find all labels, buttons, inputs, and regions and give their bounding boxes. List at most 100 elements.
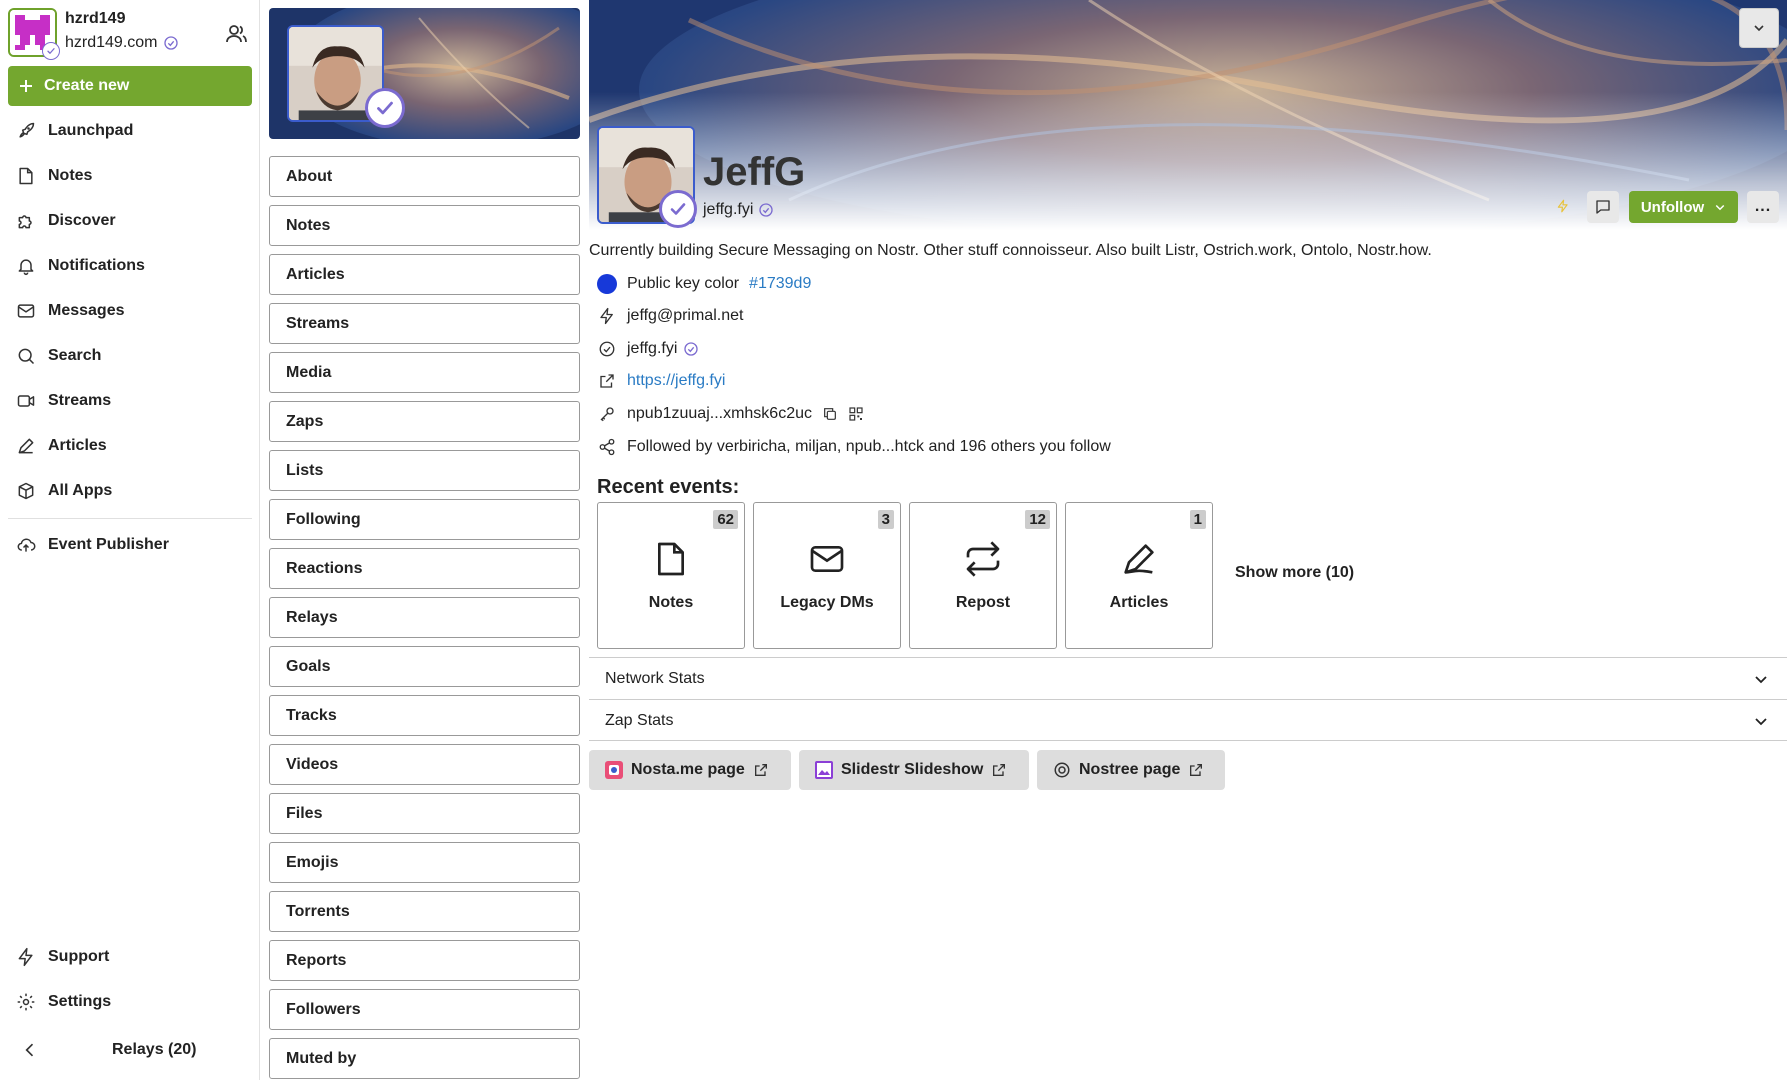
external-link-label: Nosta.me page [631, 761, 745, 778]
account-switcher[interactable]: hzrd149 hzrd149.com [8, 8, 252, 60]
chevron-left-icon[interactable] [20, 1040, 40, 1060]
message-button[interactable] [1587, 191, 1619, 223]
section-about[interactable]: About [269, 156, 580, 197]
profile-banner-thumbnail [269, 8, 580, 139]
section-tracks[interactable]: Tracks [269, 695, 580, 736]
lightning-address-row[interactable]: jeffg@primal.net [597, 304, 743, 328]
event-count-badge: 1 [1189, 510, 1206, 529]
sidebar-item-streams[interactable]: Streams [8, 383, 252, 419]
event-card-legacy-dms[interactable]: 3 Legacy DMs [753, 502, 901, 649]
event-count-badge: 62 [713, 510, 738, 529]
verified-icon [684, 342, 699, 356]
section-followers[interactable]: Followers [269, 989, 580, 1030]
cloud-upload-icon [17, 538, 36, 552]
section-muted-by[interactable]: Muted by [269, 1038, 580, 1079]
website-row: https://jeffg.fyi [597, 369, 725, 393]
slidestr-link-button[interactable]: Slidestr Slideshow [799, 750, 1029, 790]
sidebar-item-label: Streams [48, 392, 112, 409]
profile-name: JeffG [703, 150, 806, 194]
network-stats-accordion[interactable]: Network Stats [589, 657, 1787, 699]
repost-icon [966, 541, 1000, 577]
sidebar-item-settings[interactable]: Settings [8, 984, 252, 1020]
nip05-row: jeffg.fyi [597, 337, 699, 361]
sidebar-item-messages[interactable]: Messages [8, 293, 252, 329]
event-card-repost[interactable]: 12 Repost [909, 502, 1057, 649]
zap-icon[interactable] [1556, 196, 1570, 216]
sidebar-item-discover[interactable]: Discover [8, 203, 252, 239]
sidebar-item-notifications[interactable]: Notifications [8, 248, 252, 284]
section-videos[interactable]: Videos [269, 744, 580, 785]
section-notes[interactable]: Notes [269, 205, 580, 246]
gear-icon [17, 993, 35, 1011]
npub-row: npub1zuuaj...xmhsk6c2uc [597, 402, 864, 426]
chevron-down-icon [1715, 204, 1725, 211]
verified-icon [759, 203, 774, 217]
create-new-button[interactable]: Create new [8, 66, 252, 106]
website-link[interactable]: https://jeffg.fyi [627, 372, 725, 390]
plus-icon [20, 80, 32, 92]
section-files[interactable]: Files [269, 793, 580, 834]
profile-nip05: jeffg.fyi [703, 201, 774, 219]
switch-account-icon[interactable] [224, 22, 248, 46]
puzzle-icon [18, 215, 32, 229]
chevron-down-icon [1755, 718, 1767, 726]
section-articles[interactable]: Articles [269, 254, 580, 295]
event-card-articles[interactable]: 1 Articles [1065, 502, 1213, 649]
external-link-label: Slidestr Slideshow [841, 761, 984, 778]
qr-code-icon[interactable] [848, 406, 864, 422]
pen-icon [1124, 544, 1154, 574]
unfollow-button[interactable]: Unfollow [1629, 191, 1738, 223]
verified-circle-icon [599, 341, 615, 357]
section-reactions[interactable]: Reactions [269, 548, 580, 589]
zap-stats-accordion[interactable]: Zap Stats [589, 699, 1787, 741]
section-relays[interactable]: Relays [269, 597, 580, 638]
nosta-me-link-button[interactable]: Nosta.me page [589, 750, 791, 790]
create-new-label: Create new [44, 77, 130, 94]
section-goals[interactable]: Goals [269, 646, 580, 687]
event-card-label: Repost [955, 594, 1011, 611]
more-options-label: ... [1754, 198, 1772, 215]
lightning-icon [18, 947, 33, 967]
verified-badge-icon [659, 190, 697, 228]
nostree-icon [1054, 762, 1070, 778]
sidebar-item-notes[interactable]: Notes [8, 158, 252, 194]
section-streams[interactable]: Streams [269, 303, 580, 344]
section-torrents[interactable]: Torrents [269, 891, 580, 932]
profile-menu-dropdown[interactable] [1739, 8, 1779, 48]
followed-by-text: Followed by verbiricha, miljan, npub...h… [627, 438, 1111, 455]
external-link-icon [600, 374, 614, 388]
verified-badge-icon [365, 88, 405, 128]
nostree-link-button[interactable]: Nostree page [1037, 750, 1225, 790]
nosta-icon [605, 761, 623, 779]
section-following[interactable]: Following [269, 499, 580, 540]
sidebar-item-label: Event Publisher [48, 536, 169, 553]
lightning-icon [600, 307, 613, 325]
sidebar-item-articles[interactable]: Articles [8, 428, 252, 464]
event-card-label: Legacy DMs [780, 594, 874, 611]
section-reports[interactable]: Reports [269, 940, 580, 981]
section-zaps[interactable]: Zaps [269, 401, 580, 442]
copy-icon[interactable] [822, 406, 838, 422]
profile-main: JeffG jeffg.fyi Unfollow ... Currently b… [589, 0, 1787, 1080]
sidebar-item-support[interactable]: Support [8, 939, 252, 975]
npub-text: npub1zuuaj...xmhsk6c2uc [627, 405, 812, 422]
show-more-events-button[interactable]: Show more (10) [1235, 564, 1354, 582]
sidebar-item-search[interactable]: Search [8, 338, 252, 374]
more-options-button[interactable]: ... [1747, 191, 1779, 223]
pen-icon [18, 438, 34, 454]
sidebar-item-label: Messages [48, 302, 125, 319]
sidebar-item-event-publisher[interactable]: Event Publisher [8, 527, 252, 563]
relays-footer[interactable]: Relays (20) [8, 1032, 252, 1068]
event-card-notes[interactable]: 62 Notes [597, 502, 745, 649]
lightning-address: jeffg@primal.net [627, 307, 744, 324]
account-nip05: hzrd149.com [65, 34, 179, 52]
section-lists[interactable]: Lists [269, 450, 580, 491]
external-link-label: Nostree page [1079, 761, 1181, 778]
section-media[interactable]: Media [269, 352, 580, 393]
unfollow-label: Unfollow [1640, 198, 1705, 216]
section-emojis[interactable]: Emojis [269, 842, 580, 883]
sidebar-item-all-apps[interactable]: All Apps [8, 473, 252, 509]
sidebar-item-launchpad[interactable]: Launchpad [8, 113, 252, 149]
rocket-icon [19, 122, 35, 138]
account-name: hzrd149 [65, 10, 126, 27]
